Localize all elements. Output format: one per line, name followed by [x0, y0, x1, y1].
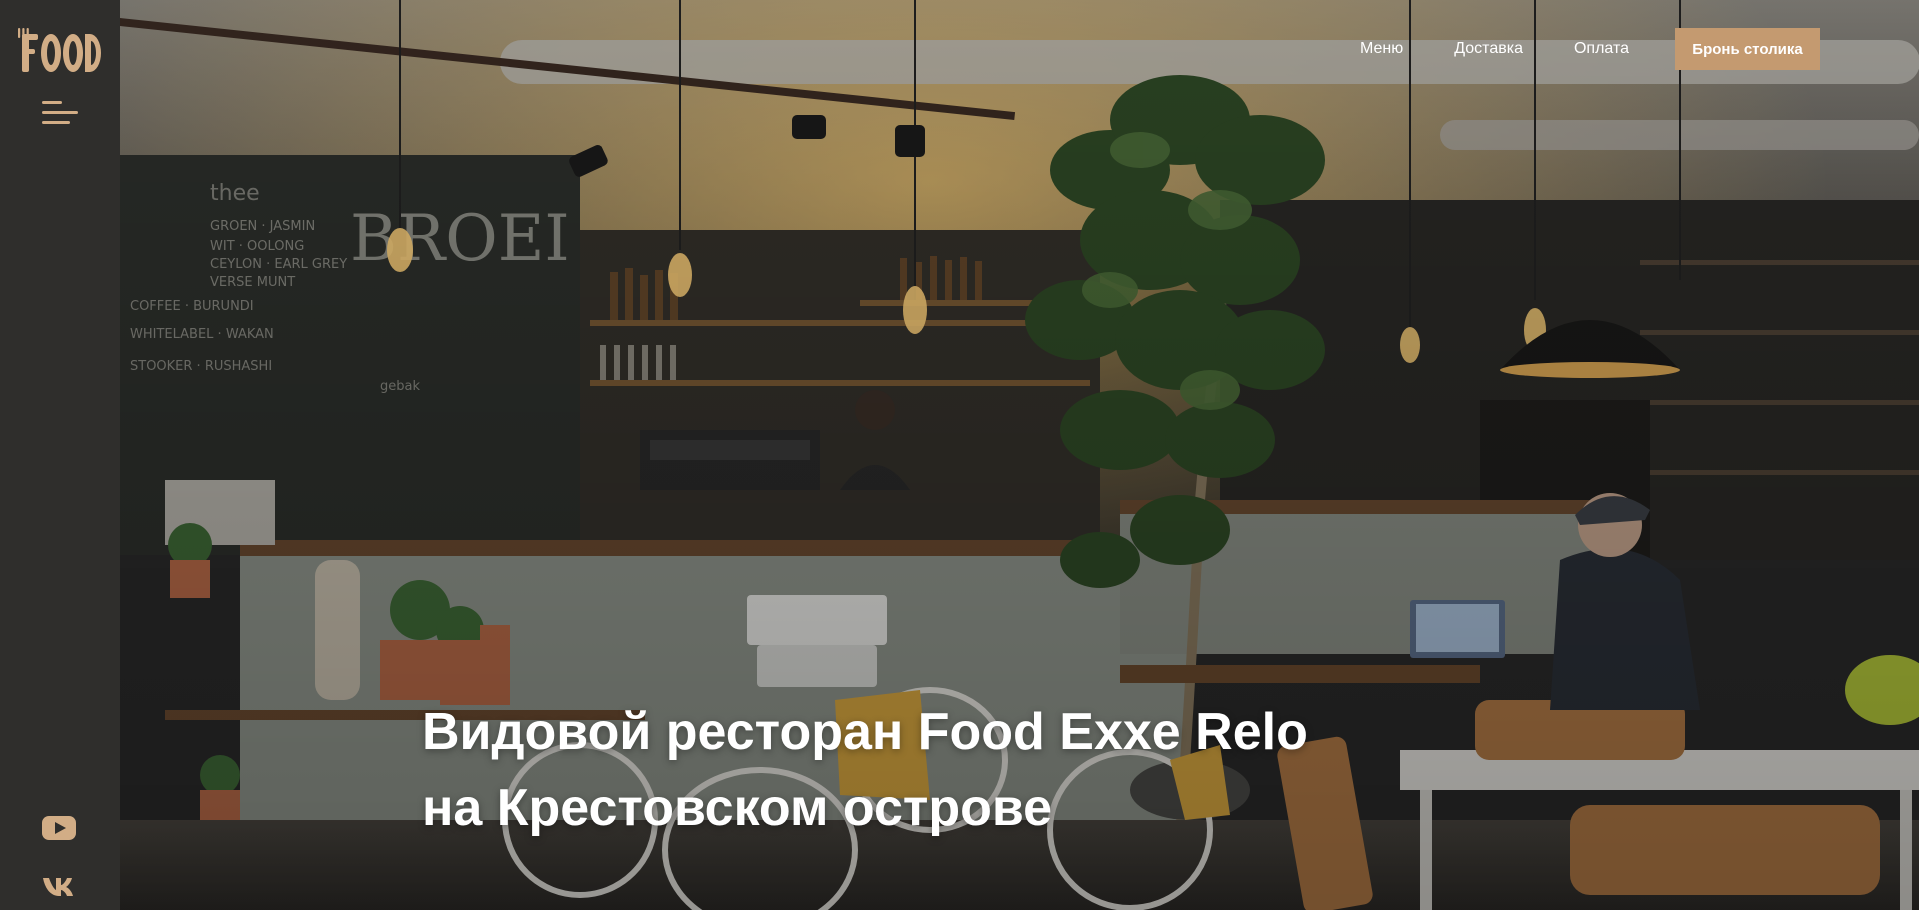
svg-text:WIT · OOLONG: WIT · OOLONG	[210, 239, 304, 254]
nav-link-delivery[interactable]: Доставка	[1454, 40, 1523, 58]
food-logo[interactable]	[18, 26, 102, 74]
vk-icon[interactable]	[42, 876, 78, 898]
svg-text:thee: thee	[210, 181, 260, 206]
svg-text:COFFEE · BURUNDI: COFFEE · BURUNDI	[130, 299, 254, 314]
page: BROEI thee GROEN · JASMIN WIT · OOLONG C…	[0, 0, 1919, 910]
nav-link-payment[interactable]: Оплата	[1574, 40, 1629, 58]
book-table-button[interactable]: Бронь столика	[1675, 28, 1820, 70]
svg-text:gebak: gebak	[380, 379, 420, 394]
svg-text:VERSE MUNT: VERSE MUNT	[210, 275, 295, 290]
hero-title-line-1: Видовой ресторан Food Exxe Relo	[422, 703, 1308, 761]
svg-text:STOOKER · RUSHASHI: STOOKER · RUSHASHI	[130, 359, 272, 374]
svg-text:CEYLON · EARL GREY: CEYLON · EARL GREY	[210, 257, 347, 272]
svg-text:GROEN · JASMIN: GROEN · JASMIN	[210, 219, 315, 234]
hero-title-line-2: на Крестовском острове	[422, 779, 1053, 837]
nav-link-menu[interactable]: Меню	[1360, 40, 1403, 58]
svg-text:BROEI: BROEI	[350, 202, 570, 276]
sidebar	[0, 0, 120, 910]
top-navigation: Меню Доставка Оплата	[1360, 28, 1680, 70]
hero-title: Видовой ресторан Food Exxe Relo на Крест…	[422, 694, 1322, 846]
youtube-icon[interactable]	[42, 816, 76, 840]
svg-text:WHITELABEL · WAKAN: WHITELABEL · WAKAN	[130, 327, 274, 342]
hamburger-menu-icon[interactable]	[42, 101, 78, 127]
